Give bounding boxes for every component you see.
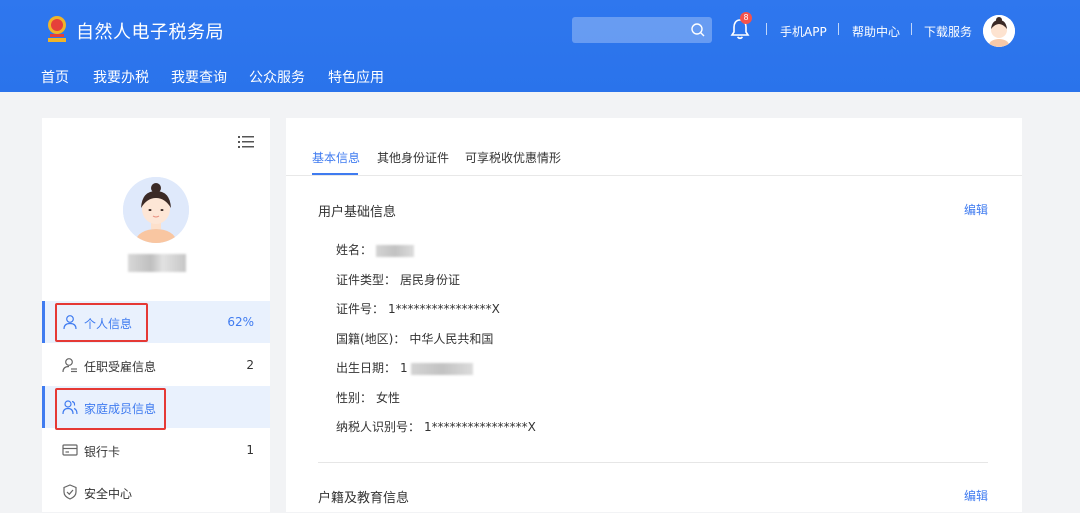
section-divider <box>318 462 988 463</box>
field-name: 姓名： <box>336 241 414 258</box>
tax-emblem-logo <box>48 16 66 42</box>
sidebar-item-count: 1 <box>246 443 254 457</box>
field-gender: 性别： 女性 <box>336 389 400 406</box>
nav-public-service[interactable]: 公众服务 <box>249 67 305 87</box>
nav-query[interactable]: 我要查询 <box>171 67 227 87</box>
field-birth-date: 出生日期： 1 <box>336 359 474 376</box>
search-icon[interactable] <box>690 22 706 38</box>
sidebar-item-label: 银行卡 <box>84 445 121 459</box>
name-redacted <box>375 244 414 257</box>
profile-sidebar: 个人信息 62% 任职受雇信息 2 家庭成员信息 银行卡 1 安全中心 <box>42 118 270 512</box>
field-label: 性别： <box>336 391 373 405</box>
sidebar-item-security-center[interactable]: 安全中心 <box>42 471 270 513</box>
tab-basic-info[interactable]: 基本信息 <box>312 149 360 166</box>
edit-residence-education-button[interactable]: 编辑 <box>964 487 988 504</box>
field-value: 女性 <box>376 391 401 405</box>
download-service-link[interactable]: 下载服务 <box>924 23 972 40</box>
tab-other-id-documents[interactable]: 其他身份证件 <box>377 149 449 166</box>
birth-date-redacted <box>411 362 474 375</box>
field-label: 国籍(地区)： <box>336 332 406 346</box>
sidebar-item-bank-card[interactable]: 银行卡 1 <box>42 429 270 471</box>
sidebar-item-count: 2 <box>246 358 254 372</box>
menu-icon[interactable] <box>238 135 254 149</box>
field-value: 1****************X <box>388 302 500 316</box>
mobile-app-link[interactable]: 手机APP <box>780 23 827 40</box>
field-label: 纳税人识别号： <box>336 420 421 434</box>
header-divider <box>911 23 912 35</box>
profile-name-redacted <box>128 254 186 272</box>
section-title-basic-info: 用户基础信息 <box>318 205 397 220</box>
profile-detail-panel: 基本信息 其他身份证件 可享税收优惠情形 用户基础信息 编辑 姓名： 证件类型：… <box>286 118 1022 512</box>
bank-card-icon <box>62 444 78 456</box>
user-list-icon <box>62 358 77 373</box>
field-label: 证件号： <box>336 302 385 316</box>
field-id-number: 证件号： 1****************X <box>336 300 500 317</box>
nav-tax-handling[interactable]: 我要办税 <box>93 67 149 87</box>
active-indicator <box>42 386 45 428</box>
field-label: 出生日期： <box>336 361 397 375</box>
field-nationality: 国籍(地区)： 中华人民共和国 <box>336 330 493 347</box>
female-avatar-icon <box>983 15 1015 47</box>
field-id-type: 证件类型： 居民身份证 <box>336 271 460 288</box>
header-divider <box>766 23 767 35</box>
field-label: 姓名： <box>336 243 373 257</box>
search-input[interactable] <box>572 17 712 43</box>
profile-avatar <box>123 177 189 243</box>
notification-badge: 8 <box>740 12 752 24</box>
shield-icon <box>63 484 77 500</box>
section-title-residence-education: 户籍及教育信息 <box>318 491 410 506</box>
nav-home[interactable]: 首页 <box>41 67 69 87</box>
field-value: 1****************X <box>424 420 536 434</box>
edit-basic-info-button[interactable]: 编辑 <box>964 201 988 218</box>
field-value: 中华人民共和国 <box>409 332 494 346</box>
sidebar-item-employment-info[interactable]: 任职受雇信息 2 <box>42 344 270 386</box>
tab-tax-benefits[interactable]: 可享税收优惠情形 <box>465 149 561 166</box>
top-header: 自然人电子税务局 8 手机APP 帮助中心 下载服务 首页 我要办税 我要查询 … <box>0 0 1080 92</box>
highlight-box <box>55 303 148 342</box>
site-title[interactable]: 自然人电子税务局 <box>76 18 224 44</box>
field-value: 1 <box>400 361 408 375</box>
header-divider <box>838 23 839 35</box>
female-avatar-icon <box>123 177 189 243</box>
field-taxpayer-id: 纳税人识别号： 1****************X <box>336 418 536 435</box>
field-label: 证件类型： <box>336 273 397 287</box>
sidebar-item-label: 任职受雇信息 <box>84 360 157 374</box>
tab-divider <box>286 175 1022 176</box>
nav-featured-apps[interactable]: 特色应用 <box>328 67 384 87</box>
highlight-box <box>55 388 166 430</box>
field-value: 居民身份证 <box>400 273 461 287</box>
help-center-link[interactable]: 帮助中心 <box>852 23 900 40</box>
sidebar-item-label: 安全中心 <box>84 487 133 501</box>
user-avatar[interactable] <box>983 15 1015 47</box>
sidebar-item-count: 62% <box>227 315 254 329</box>
active-indicator <box>42 301 45 343</box>
